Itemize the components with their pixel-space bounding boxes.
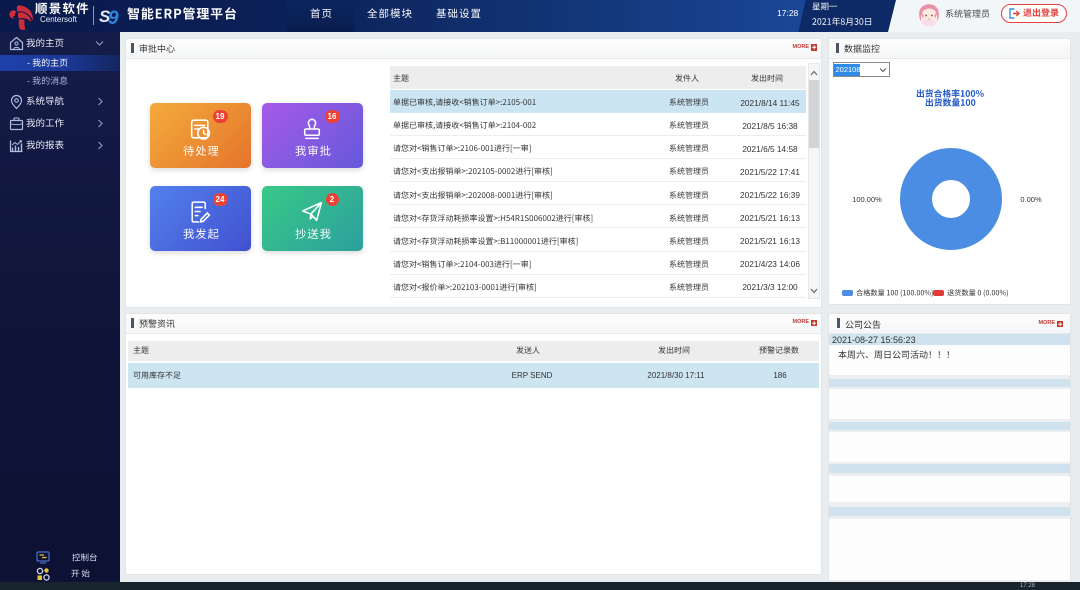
svg-text:9: 9 (108, 8, 119, 28)
